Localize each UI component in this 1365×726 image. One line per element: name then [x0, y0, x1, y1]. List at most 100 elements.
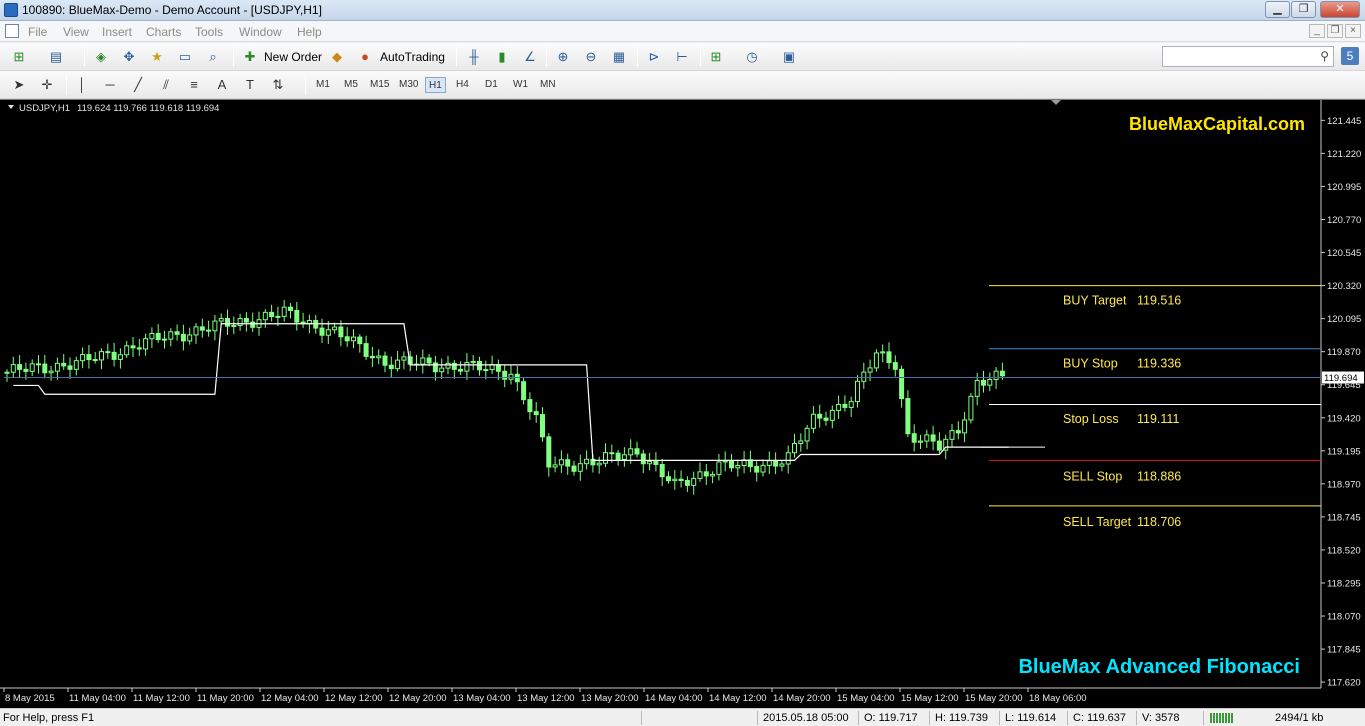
candle-bear [936, 440, 942, 451]
strategy-tester-icon[interactable]: ⌕ [204, 48, 222, 66]
menu-file[interactable]: File [28, 25, 47, 39]
mdi-close-button[interactable]: × [1345, 24, 1361, 38]
timeframe-m30[interactable]: M30 [396, 77, 421, 93]
indicators-icon[interactable]: ⊞ [707, 48, 725, 66]
candle-bull [73, 360, 79, 370]
autotrading-icon[interactable]: ● [356, 48, 374, 66]
price-chart[interactable]: 121.445 121.220 120.995 120.770 120.545 120.3… [0, 100, 1365, 709]
menu-help[interactable]: Help [297, 25, 322, 39]
candle-bull [672, 478, 678, 482]
time-tick-label: 12 May 20:00 [389, 693, 447, 704]
fib-level-label: SELL Stop [1063, 470, 1122, 484]
cursor-icon[interactable]: ➤ [10, 76, 28, 94]
search-input[interactable]: ⚲ [1162, 46, 1334, 67]
time-tick-label: 14 May 04:00 [645, 693, 703, 704]
price-tick-label: 121.445 [1327, 116, 1361, 127]
price-tick-label: 119.195 [1327, 446, 1361, 457]
time-tick-label: 15 May 04:00 [837, 693, 895, 704]
menu-insert[interactable]: Insert [102, 25, 132, 39]
chart-shift-icon[interactable]: ⊢ [673, 48, 691, 66]
candle-bull [867, 367, 873, 373]
maximize-button[interactable]: ❐ [1291, 1, 1316, 18]
candle-bear [905, 398, 911, 435]
timeframe-m5[interactable]: M5 [341, 77, 361, 93]
close-button[interactable]: ✕ [1320, 1, 1360, 18]
auto-scroll-icon[interactable]: ⊳ [645, 48, 663, 66]
candle-bear [174, 331, 180, 335]
terminal-icon[interactable]: ▭ [176, 48, 194, 66]
candle-bull [470, 361, 476, 364]
candle-bull [558, 459, 564, 466]
candle-bear [571, 465, 577, 472]
profiles-icon[interactable]: ▤ [47, 48, 65, 66]
new-order-icon[interactable]: ✚ [241, 48, 259, 66]
time-tick-label: 8 May 2015 [5, 693, 55, 704]
timeframe-d1[interactable]: D1 [482, 77, 501, 93]
timeframe-m15[interactable]: M15 [367, 77, 392, 93]
text-label-icon[interactable]: T [241, 76, 259, 94]
data-window-icon[interactable]: ★ [148, 48, 166, 66]
candle-bull [212, 320, 218, 332]
mdi-minimize-button[interactable]: _ [1309, 24, 1325, 38]
timeframe-w1[interactable]: W1 [510, 77, 531, 93]
community-icon[interactable]: 5 [1341, 47, 1359, 65]
candle-bull [697, 471, 703, 479]
bar-chart-icon[interactable]: ╫ [465, 48, 483, 66]
search-icon[interactable]: ⚲ [1320, 49, 1329, 63]
text-icon[interactable]: A [213, 76, 231, 94]
candle-bull [735, 465, 741, 469]
chart-window[interactable]: 121.445 121.220 120.995 120.770 120.545 120.3… [0, 99, 1365, 708]
timeframe-mn[interactable]: MN [537, 77, 559, 93]
equidistant-channel-icon[interactable]: ⫽ [157, 76, 175, 94]
menu-window[interactable]: Window [239, 25, 282, 39]
price-tick-label: 117.620 [1327, 678, 1361, 689]
chart-document-icon[interactable] [5, 24, 19, 38]
metatrader-app-icon [4, 3, 18, 17]
autotrading-button[interactable]: AutoTrading [380, 50, 445, 64]
candle-bull [861, 371, 867, 382]
candle-bull [218, 318, 224, 322]
periods-icon[interactable]: ◷ [743, 48, 761, 66]
minimize-button[interactable]: ▁ [1265, 1, 1290, 18]
timeframe-h1[interactable]: H1 [425, 77, 446, 93]
templates-icon[interactable]: ▣ [780, 48, 798, 66]
tile-windows-icon[interactable]: ▦ [610, 48, 628, 66]
trendline-icon[interactable]: ╱ [129, 76, 147, 94]
candle-bull [621, 454, 627, 460]
candle-bull [829, 409, 835, 421]
line-chart-icon[interactable]: ∠ [521, 48, 539, 66]
new-order-button[interactable]: New Order [264, 50, 322, 64]
candle-bull [29, 363, 35, 372]
fibonacci-icon[interactable]: ≡ [185, 76, 203, 94]
candle-bull [848, 401, 854, 408]
menu-view[interactable]: View [63, 25, 89, 39]
candlesticks-icon[interactable]: ▮ [493, 48, 511, 66]
candle-bull [968, 395, 974, 421]
status-low: L: 119.614 [1005, 712, 1057, 724]
vertical-line-icon[interactable]: │ [73, 76, 91, 94]
horizontal-line-icon[interactable]: ─ [101, 76, 119, 94]
status-volume: V: 3578 [1142, 712, 1180, 724]
timeframe-m1[interactable]: M1 [313, 77, 333, 93]
market-watch-icon[interactable]: ◈ [92, 48, 110, 66]
zoom-in-icon[interactable]: ⊕ [554, 48, 572, 66]
status-close: C: 119.637 [1073, 712, 1127, 724]
candle-bull [80, 354, 86, 362]
menu-charts[interactable]: Charts [146, 25, 181, 39]
arrows-icon[interactable]: ⇅ [269, 76, 287, 94]
mdi-restore-button[interactable]: ❐ [1327, 24, 1343, 38]
candle-bull [722, 460, 728, 463]
window-title: 100890: BlueMax-Demo - Demo Account - [U… [22, 3, 322, 17]
new-chart-icon[interactable]: ⊞ [10, 48, 28, 66]
candle-bear [502, 370, 508, 380]
crosshair-icon[interactable]: ✛ [38, 76, 56, 94]
menu-tools[interactable]: Tools [195, 25, 223, 39]
navigator-icon[interactable]: ✥ [120, 48, 138, 66]
time-tick-label: 14 May 12:00 [709, 693, 767, 704]
candle-bull [760, 464, 766, 473]
time-tick-label: 15 May 20:00 [965, 693, 1023, 704]
time-tick-label: 14 May 20:00 [773, 693, 831, 704]
zoom-out-icon[interactable]: ⊖ [582, 48, 600, 66]
metaeditor-icon[interactable]: ◆ [328, 48, 346, 66]
timeframe-h4[interactable]: H4 [453, 77, 472, 93]
